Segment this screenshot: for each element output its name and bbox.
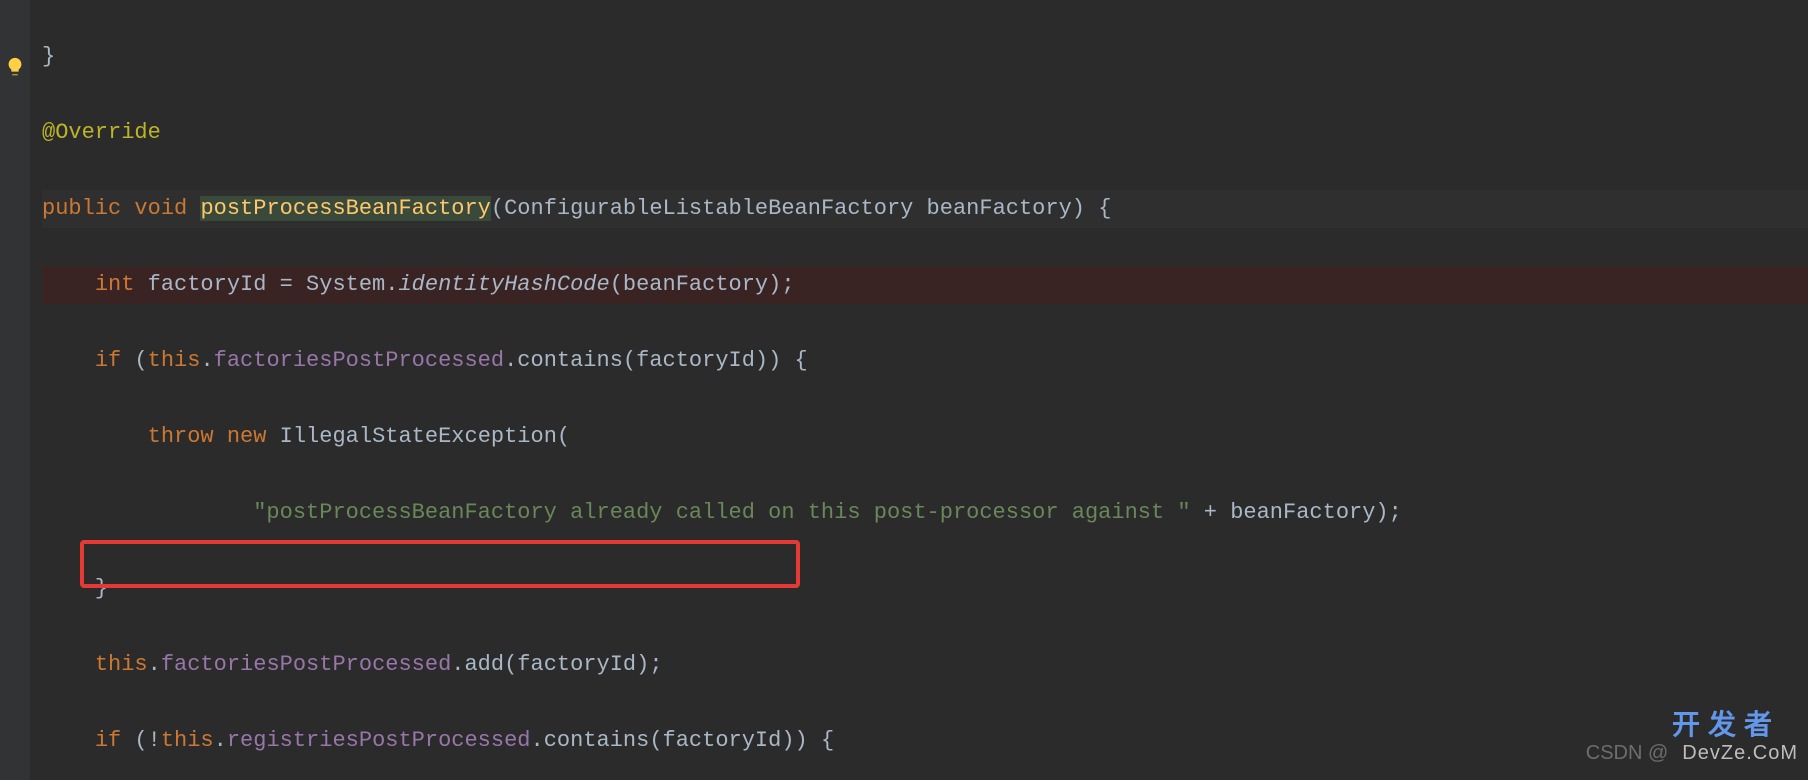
code-line: if (this.factoriesPostProcessed.contains…	[42, 342, 1808, 380]
csdn-label: CSDN @	[1586, 734, 1669, 772]
code-line: if (!this.registriesPostProcessed.contai…	[42, 722, 1808, 760]
code-line: public void postProcessBeanFactory(Confi…	[42, 190, 1808, 228]
editor-gutter	[0, 0, 30, 780]
watermark-footer: CSDN @ DevZe.CoM	[1586, 734, 1798, 772]
lightbulb-icon[interactable]	[4, 56, 26, 78]
devze-label: DevZe.CoM	[1682, 734, 1798, 772]
code-line: "postProcessBeanFactory already called o…	[42, 494, 1808, 532]
code-editor[interactable]: } @Override public void postProcessBeanF…	[30, 0, 1808, 780]
code-line: throw new IllegalStateException(	[42, 418, 1808, 456]
code-line: this.factoriesPostProcessed.add(factoryI…	[42, 646, 1808, 684]
code-line: @Override	[42, 114, 1808, 152]
code-line: }	[42, 570, 1808, 608]
code-line: }	[42, 38, 1808, 76]
code-line: int factoryId = System.identityHashCode(…	[42, 266, 1808, 304]
